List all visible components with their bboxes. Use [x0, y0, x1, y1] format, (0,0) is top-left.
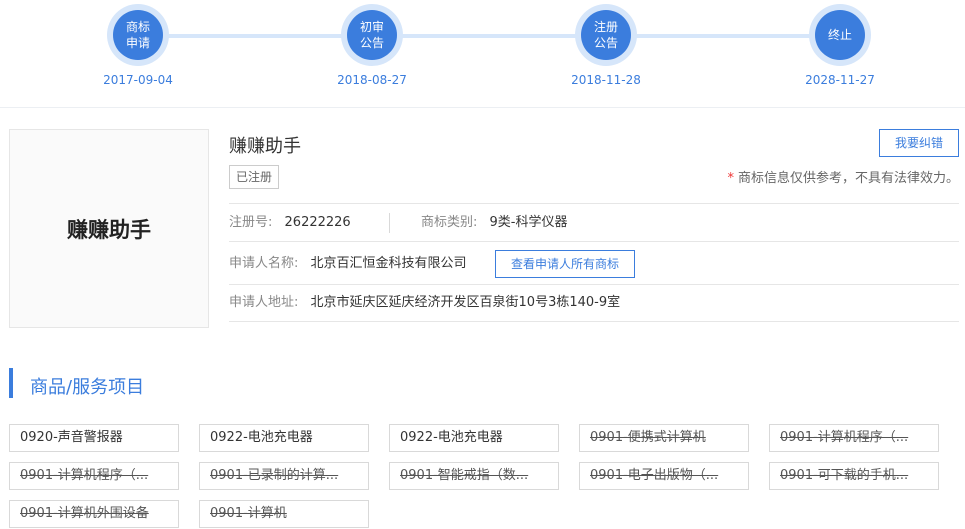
reg-number-row: 注册号: 26222226	[229, 213, 351, 233]
timeline-step-label: 终止	[827, 28, 852, 42]
class-row: 商标类别: 9类-科学仪器	[421, 213, 568, 233]
trademark-name: 赚赚助手	[229, 136, 301, 157]
reg-number-value: 26222226	[284, 215, 351, 230]
goods-item: 0901-已录制的计算...	[199, 462, 369, 490]
timeline-step-label: 商标申请	[125, 20, 150, 50]
applicant-value: 北京百汇恒金科技有限公司	[310, 256, 467, 271]
class-value: 9类-科学仪器	[489, 215, 568, 230]
applicant-row: 申请人名称: 北京百汇恒金科技有限公司	[229, 254, 467, 274]
goods-item: 0901-计算机程序（...	[9, 462, 179, 490]
goods-item: 0901-计算机	[199, 500, 369, 528]
timeline-node: 初审公告	[347, 10, 397, 60]
applicant-label: 申请人名称:	[229, 256, 299, 271]
status-badge: 已注册	[229, 165, 280, 189]
divider	[229, 203, 959, 204]
disclaimer-note: * 商标信息仅供参考，不具有法律效力。	[727, 167, 959, 186]
goods-item: 0901-智能戒指（数...	[389, 462, 559, 490]
timeline-node: 终止	[815, 10, 865, 60]
timeline-step-date: 2017-09-04	[103, 73, 173, 87]
address-row: 申请人地址: 北京市延庆区延庆经济开发区百泉街10号3栋140-9室	[229, 293, 620, 313]
timeline-step-termination: 终止 2028-11-27	[780, 4, 900, 87]
goods-item: 0901-电子出版物（...	[579, 462, 749, 490]
disclaimer-text: 商标信息仅供参考，不具有法律效力。	[737, 171, 959, 186]
timeline-track	[140, 34, 840, 38]
address-value: 北京市延庆区延庆经济开发区百泉街10号3栋140-9室	[310, 295, 621, 310]
goods-item: 0920-声音警报器	[9, 424, 179, 452]
address-label: 申请人地址:	[229, 295, 299, 310]
reg-number-label: 注册号:	[229, 215, 273, 230]
goods-item: 0922-电池充电器	[199, 424, 369, 452]
asterisk-icon: *	[727, 171, 734, 186]
view-applicant-trademarks-button[interactable]: 查看申请人所有商标	[495, 250, 635, 278]
goods-item: 0901-计算机外围设备	[9, 500, 179, 528]
trademark-logo-text: 赚赚助手	[67, 216, 151, 242]
timeline-step-date: 2018-08-27	[337, 73, 407, 87]
divider	[229, 284, 959, 285]
class-label: 商标类别:	[421, 215, 478, 230]
timeline-step-date: 2018-11-28	[571, 73, 641, 87]
divider	[229, 321, 959, 322]
goods-item: 0922-电池充电器	[389, 424, 559, 452]
status-timeline: 商标申请 2017-09-04 初审公告 2018-08-27 注册公告 201…	[0, 0, 965, 108]
timeline-step-application: 商标申请 2017-09-04	[78, 4, 198, 87]
goods-section-title: 商品/服务项目	[30, 377, 145, 398]
timeline-step-label: 注册公告	[593, 20, 618, 50]
divider	[229, 241, 959, 242]
section-accent-bar	[9, 368, 13, 398]
field-separator	[389, 213, 390, 233]
timeline-step-date: 2028-11-27	[805, 73, 875, 87]
timeline-step-preliminary: 初审公告 2018-08-27	[312, 4, 432, 87]
timeline-node: 注册公告	[581, 10, 631, 60]
goods-item: 0901-可下载的手机...	[769, 462, 939, 490]
trademark-logo: 赚赚助手	[9, 129, 209, 328]
timeline-step-label: 初审公告	[359, 20, 384, 50]
goods-item: 0901-便携式计算机	[579, 424, 749, 452]
goods-item: 0901-计算机程序（...	[769, 424, 939, 452]
timeline-step-registration: 注册公告 2018-11-28	[546, 4, 666, 87]
timeline-node: 商标申请	[113, 10, 163, 60]
report-error-button[interactable]: 我要纠错	[879, 129, 959, 157]
